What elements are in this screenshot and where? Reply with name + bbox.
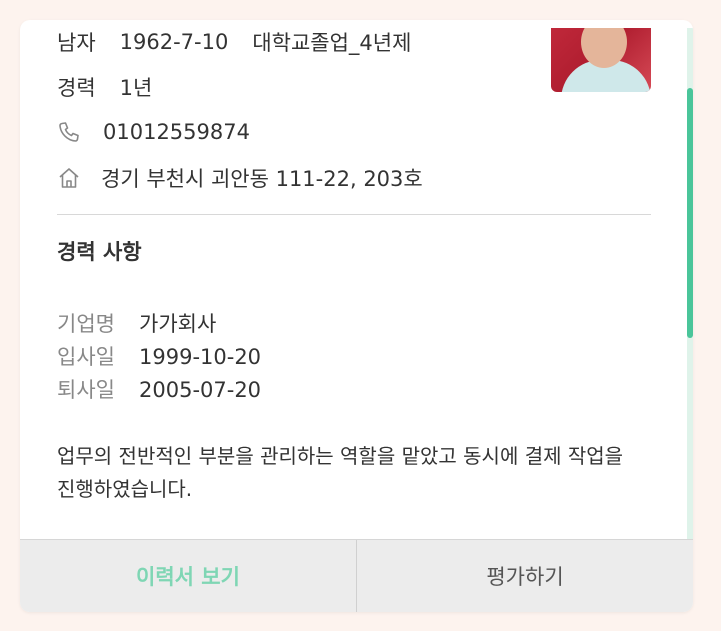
join-date-label: 입사일 (57, 345, 115, 369)
gender: 남자 (57, 31, 96, 55)
career-row: 경력 1년 (57, 73, 152, 101)
home-icon (57, 166, 81, 190)
scrollbar-track[interactable] (687, 28, 693, 540)
leave-date: 2005-07-20 (139, 378, 262, 402)
career-label: 경력 (57, 76, 96, 100)
card-footer: 이력서 보기 평가하기 (20, 539, 693, 612)
phone-number[interactable]: 01012559874 (103, 120, 250, 144)
leave-date-label: 퇴사일 (57, 378, 115, 402)
address-row: 경기 부천시 괴안동 111-22, 203호 (57, 164, 423, 192)
basic-info-row: 남자 1962-7-10 대학교졸업_4년제 (57, 28, 411, 56)
company-name: 가가회사 (139, 312, 217, 336)
rate-button[interactable]: 평가하기 (357, 540, 693, 612)
address: 경기 부천시 괴안동 111-22, 203호 (101, 167, 423, 191)
career-years: 1년 (119, 76, 153, 100)
company-row: 기업명 가가회사 (57, 308, 216, 338)
scrollbar-thumb[interactable] (687, 88, 693, 338)
company-label: 기업명 (57, 312, 115, 336)
profile-photo (551, 28, 651, 92)
phone-icon (57, 120, 81, 144)
join-date-row: 입사일 1999-10-20 (57, 341, 261, 371)
phone-row: 01012559874 (57, 118, 250, 146)
career-section-title: 경력 사항 (57, 240, 142, 264)
divider (57, 214, 651, 215)
leave-date-row: 퇴사일 2005-07-20 (57, 374, 261, 404)
join-date: 1999-10-20 (139, 345, 262, 369)
birth-date: 1962-7-10 (119, 30, 229, 54)
education: 대학교졸업_4년제 (252, 31, 412, 55)
view-resume-button[interactable]: 이력서 보기 (20, 540, 357, 612)
applicant-card: 남자 1962-7-10 대학교졸업_4년제 경력 1년 01012559874 (20, 20, 693, 612)
career-description: 업무의 전반적인 부분을 관리하는 역할을 맡았고 동시에 결제 작업을 진행하… (57, 444, 624, 501)
